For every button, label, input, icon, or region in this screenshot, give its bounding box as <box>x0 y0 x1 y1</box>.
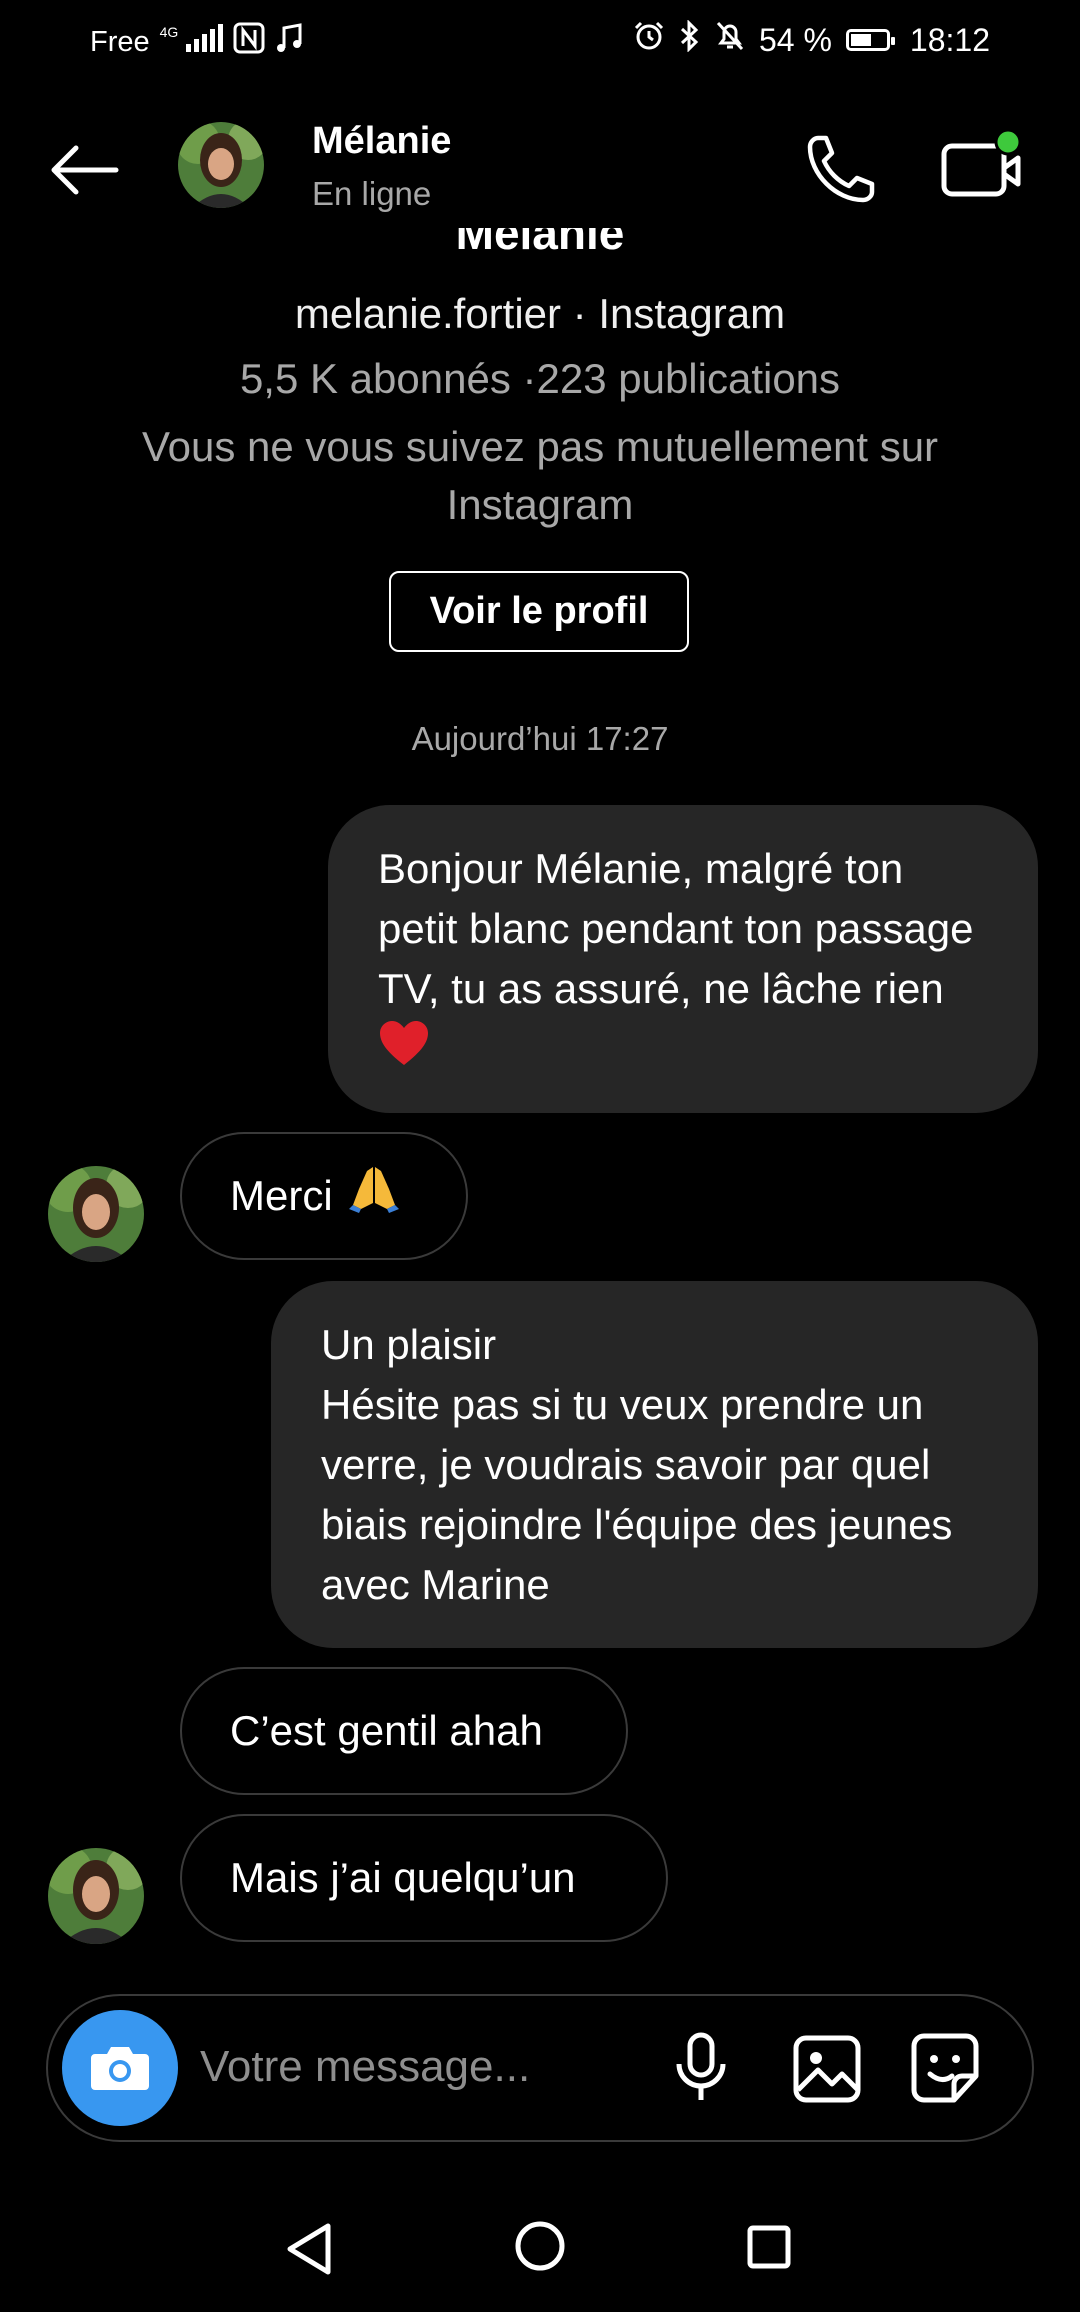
mutual-follow-note: Vous ne vous suivez pas mutuellement sur… <box>141 423 939 528</box>
network-label: 4G <box>159 24 179 40</box>
message-text: Mais j’ai quelqu’un <box>230 1854 576 1901</box>
gallery-button[interactable] <box>792 2034 862 2104</box>
nav-home-button[interactable] <box>514 2220 566 2272</box>
bell-off-icon <box>715 20 745 60</box>
avatar[interactable] <box>178 122 264 208</box>
profile-name: Mélanie <box>455 228 625 259</box>
message-input[interactable] <box>200 2042 670 2092</box>
back-button[interactable] <box>48 140 120 200</box>
folded-hands-icon <box>347 1163 401 1229</box>
message-text-line: Un plaisir <box>321 1321 497 1368</box>
sticker-icon <box>911 2033 979 2103</box>
video-camera-icon <box>941 128 1022 197</box>
profile-handle: melanie.fortier · Instagram <box>294 290 786 337</box>
square-recents-icon <box>747 2225 791 2269</box>
message-bubble-outgoing[interactable]: Bonjour Mélanie, malgré ton petit blanc … <box>328 805 1038 1113</box>
online-status: En ligne <box>312 175 432 212</box>
avatar[interactable] <box>48 1166 144 1262</box>
carrier-label: Free <box>90 25 150 58</box>
video-call-button[interactable] <box>940 128 1026 208</box>
clock: 18:12 <box>909 21 990 58</box>
contact-name[interactable]: Mélanie <box>312 120 451 163</box>
nav-recents-button[interactable] <box>746 2224 792 2270</box>
camera-icon <box>91 2047 149 2090</box>
message-bubble-outgoing[interactable]: Un plaisir Hésite pas si tu veux prendre… <box>271 1281 1038 1648</box>
conversation-timestamp: Aujourd’hui 17:27 <box>411 720 669 757</box>
avatar[interactable] <box>48 1848 144 1944</box>
profile-stats: 5,5 K abonnés ·223 publications <box>239 355 841 402</box>
message-text: C’est gentil ahah <box>230 1707 543 1754</box>
nfc-icon <box>233 22 265 62</box>
image-icon <box>793 2035 861 2103</box>
camera-button[interactable] <box>62 2010 178 2126</box>
system-navigation-bar <box>0 2200 1080 2312</box>
message-text-line: Hésite pas si tu veux prendre un verre, … <box>321 1381 953 1608</box>
alarm-icon <box>633 20 665 60</box>
bluetooth-icon <box>679 19 701 60</box>
message-text: Bonjour Mélanie, malgré ton petit blanc … <box>378 845 974 1012</box>
message-bubble-incoming[interactable]: Merci <box>180 1132 468 1260</box>
microphone-icon <box>676 2032 726 2100</box>
signal-icon: 4G <box>160 24 224 60</box>
message-text: Merci <box>230 1172 333 1219</box>
status-bar: Free 4G 54 % 18:12 <box>0 0 1080 80</box>
red-heart-icon <box>378 1020 430 1084</box>
nav-back-button[interactable] <box>284 2222 334 2276</box>
message-composer <box>46 1994 1034 2142</box>
message-bubble-incoming[interactable]: C’est gentil ahah <box>180 1667 628 1795</box>
phone-icon <box>807 135 875 203</box>
sticker-button[interactable] <box>910 2032 980 2104</box>
circle-home-icon <box>515 2221 565 2271</box>
view-profile-button[interactable]: Voir le profil <box>389 571 689 652</box>
call-button[interactable] <box>800 130 880 210</box>
triangle-back-icon <box>287 2223 331 2275</box>
music-note-icon <box>275 22 303 62</box>
battery-icon <box>845 29 895 51</box>
message-bubble-incoming[interactable]: Mais j’ai quelqu’un <box>180 1814 668 1942</box>
arrow-left-icon <box>51 145 119 195</box>
battery-percent: 54 % <box>758 21 832 58</box>
chat-header: Mélanie En ligne <box>0 100 1080 240</box>
microphone-button[interactable] <box>673 2032 729 2104</box>
